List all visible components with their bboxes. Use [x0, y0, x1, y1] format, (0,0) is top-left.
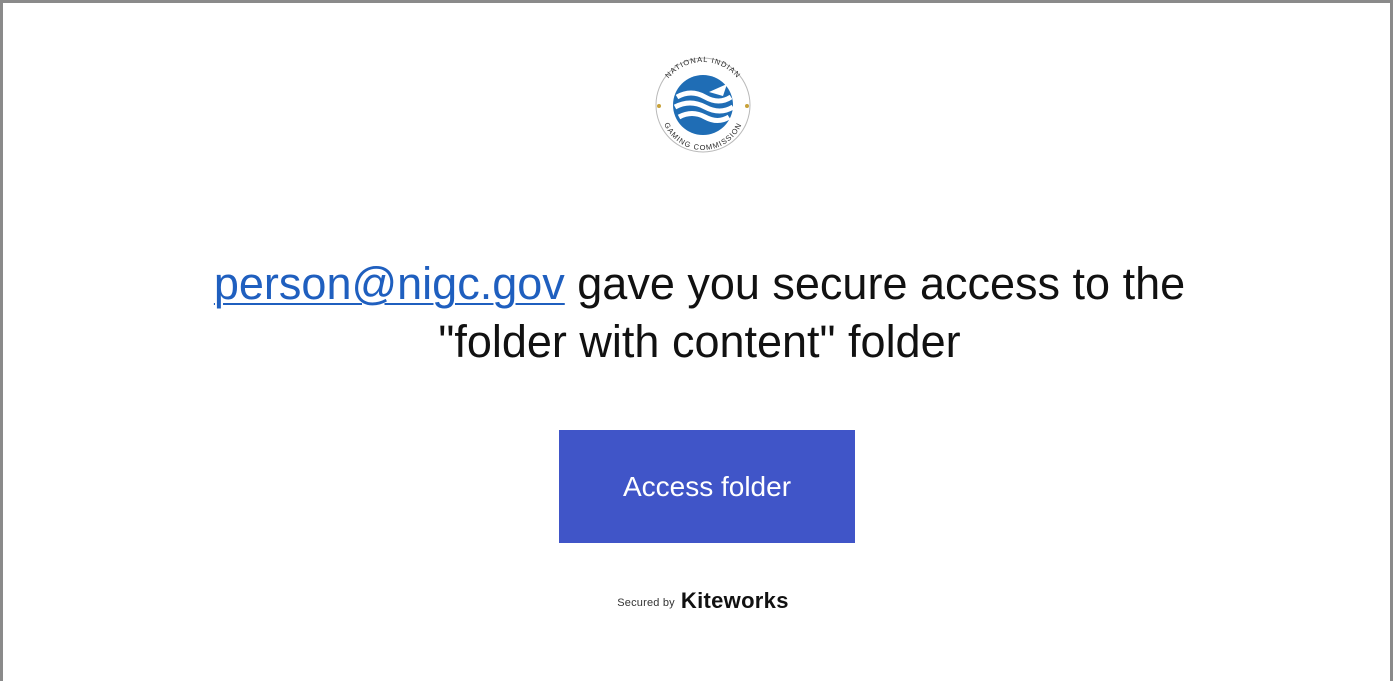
nigc-seal-logo: NATIONAL INDIAN GAMING COMMISSION [639, 56, 767, 154]
access-message-line1: gave you secure access to the [564, 258, 1186, 309]
secured-by-text: Secured by [617, 597, 675, 609]
kiteworks-logo: Kiteworks [680, 588, 789, 613]
access-message: person@nigc.gov gave you secure access t… [3, 255, 1393, 371]
access-folder-button[interactable]: Access folder [559, 430, 855, 543]
sender-email-link[interactable]: person@nigc.gov [214, 258, 565, 309]
access-folder-button-label: Access folder [622, 470, 792, 502]
email-body-frame: NATIONAL INDIAN GAMING COMMISSION person… [0, 0, 1393, 681]
secured-by-badge: Secured by Kiteworks [583, 586, 823, 616]
nigc-seal-icon: NATIONAL INDIAN GAMING COMMISSION [655, 56, 751, 153]
access-message-line2: "folder with content" folder [438, 316, 961, 367]
